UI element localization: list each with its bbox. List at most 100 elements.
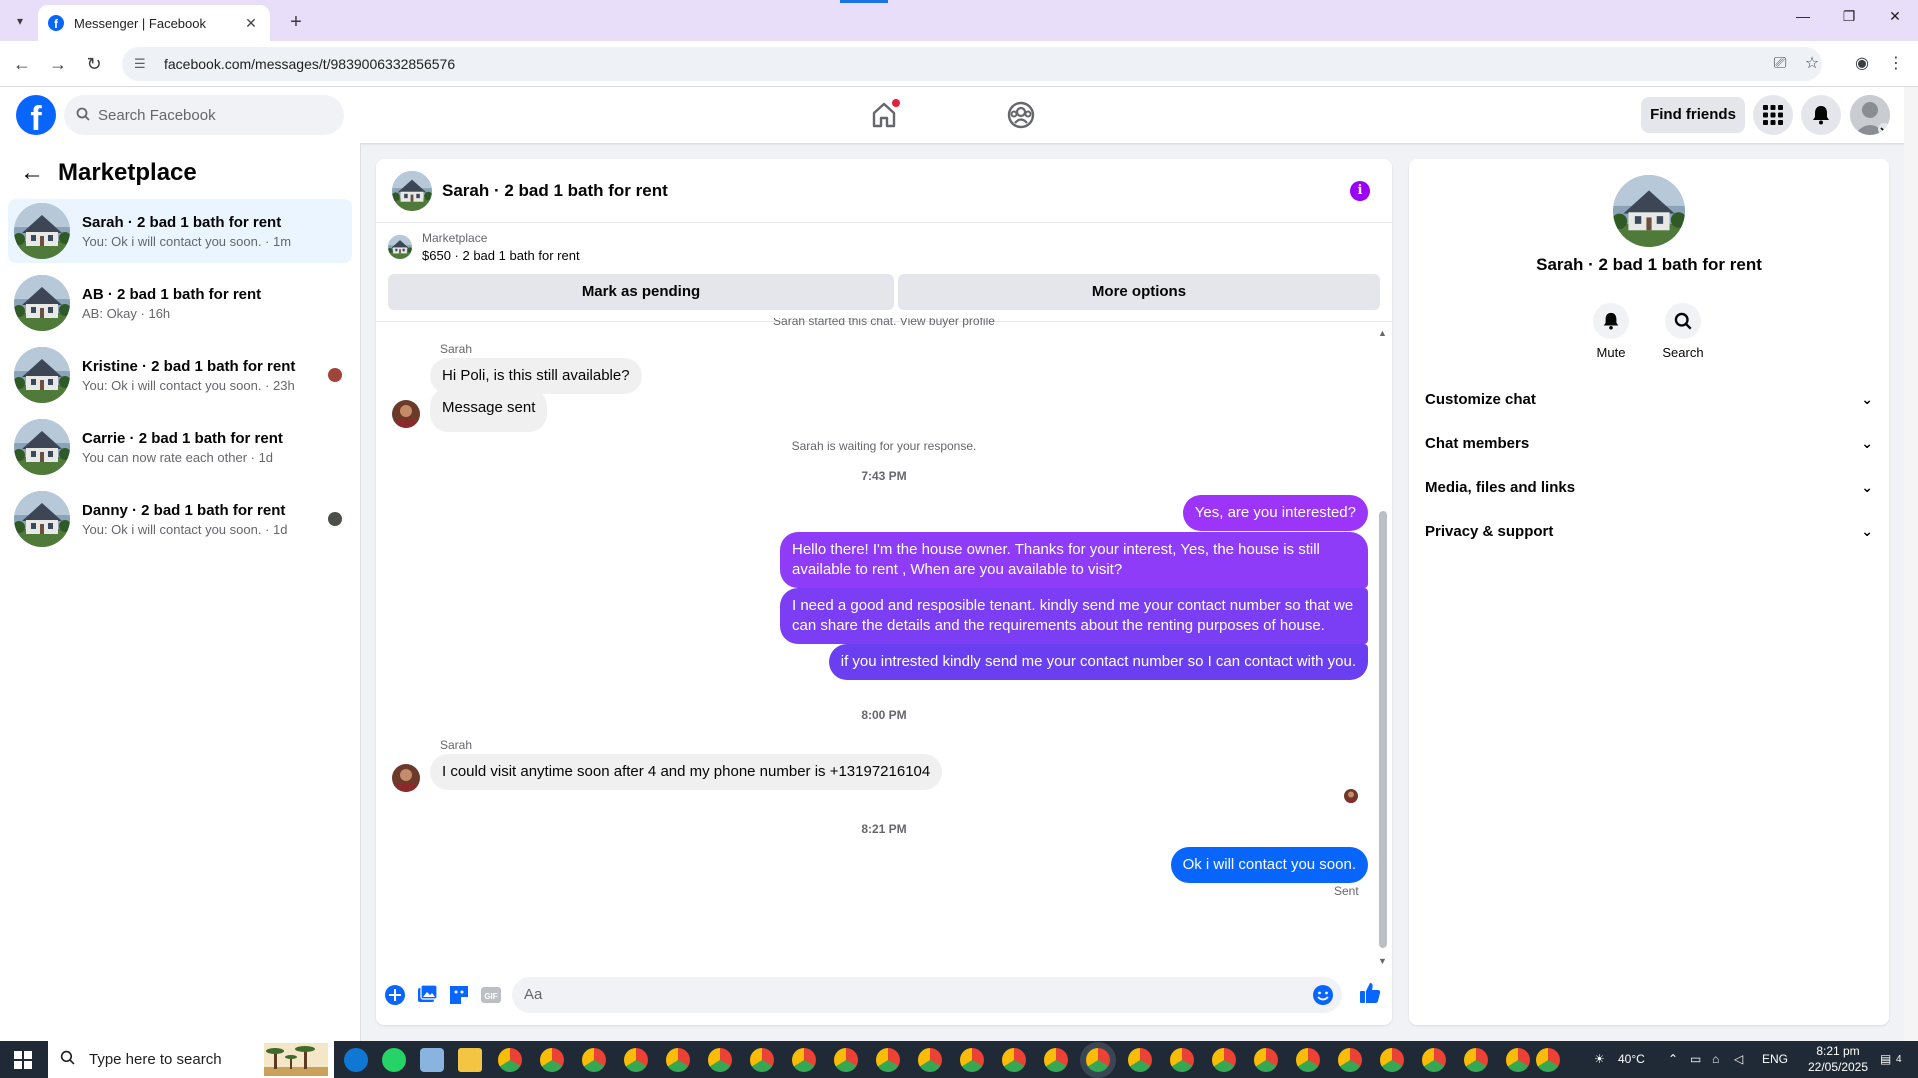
conversation-item-kristine[interactable]: Kristine · 2 bad 1 bath for rent You: Ok… [8, 343, 352, 407]
incoming-message[interactable]: I could visit anytime soon after 4 and m… [430, 754, 943, 790]
groups-icon[interactable] [1005, 99, 1037, 131]
edge-taskbar-icon[interactable] [344, 1048, 368, 1072]
mute-button[interactable]: Mute [1581, 303, 1641, 360]
chrome-taskbar-icon[interactable] [750, 1048, 774, 1072]
emoji-icon[interactable] [1312, 984, 1334, 1006]
chrome-taskbar-icon[interactable] [876, 1048, 900, 1072]
forward-arrow-icon[interactable]: → [46, 52, 70, 76]
chrome-taskbar-icon[interactable] [792, 1048, 816, 1072]
outgoing-message[interactable]: Yes, are you interested? [1182, 495, 1368, 531]
listing-summary[interactable]: Marketplace $650 · 2 bad 1 bath for rent [388, 231, 580, 263]
mark-as-pending-button[interactable]: Mark as pending [388, 274, 894, 310]
media-files-links-row[interactable]: Media, files and links ⌄ [1425, 465, 1873, 509]
file-explorer-taskbar-icon[interactable] [458, 1048, 482, 1072]
meet-now-icon[interactable]: ▭ [1690, 1041, 1701, 1078]
gif-icon[interactable]: GIF [480, 984, 502, 1006]
outgoing-message[interactable]: if you intrested kindly send me your con… [828, 644, 1368, 680]
notifications-bell-icon[interactable] [1801, 95, 1841, 135]
new-tab-icon[interactable]: + [282, 8, 310, 36]
chrome-taskbar-icon[interactable] [1254, 1048, 1278, 1072]
install-app-icon[interactable]: ⎚ [1768, 52, 1792, 76]
chrome-taskbar-icon[interactable] [624, 1048, 648, 1072]
chrome-taskbar-icon[interactable] [1422, 1048, 1446, 1072]
taskbar-search-input[interactable]: Type here to search [48, 1041, 334, 1078]
chrome-taskbar-icon[interactable] [1506, 1048, 1530, 1072]
outgoing-message[interactable]: I need a good and resposible tenant. kin… [780, 588, 1368, 644]
find-friends-button[interactable]: Find friends [1641, 97, 1745, 133]
menu-grid-icon[interactable] [1753, 95, 1793, 135]
home-icon[interactable] [868, 99, 900, 131]
bookmark-star-icon[interactable]: ☆ [1800, 52, 1824, 76]
minimize-icon[interactable]: — [1780, 8, 1826, 32]
close-tab-icon[interactable]: ✕ [242, 15, 260, 32]
chrome-taskbar-icon[interactable] [708, 1048, 732, 1072]
conversation-item-danny[interactable]: Danny · 2 bad 1 bath for rent You: Ok i … [8, 487, 352, 551]
chat-thumbnail[interactable] [392, 171, 432, 211]
back-arrow-icon[interactable]: ← [10, 52, 34, 76]
input-language[interactable]: ENG [1762, 1041, 1788, 1078]
chrome-taskbar-icon-active[interactable] [1086, 1048, 1110, 1072]
whatsapp-taskbar-icon[interactable] [382, 1048, 406, 1072]
conversation-item-ab[interactable]: AB · 2 bad 1 bath for rent AB: Okay · 16… [8, 271, 352, 335]
chrome-taskbar-icon[interactable] [1464, 1048, 1488, 1072]
volume-icon[interactable]: ◁ [1734, 1041, 1743, 1078]
facebook-logo-icon[interactable]: f [16, 95, 56, 135]
more-options-button[interactable]: More options [898, 274, 1380, 310]
more-actions-plus-icon[interactable] [384, 984, 406, 1006]
listing-avatar[interactable] [1613, 175, 1685, 247]
chrome-taskbar-icon[interactable] [1296, 1048, 1320, 1072]
search-in-chat-button[interactable]: Search [1653, 303, 1713, 360]
outgoing-message[interactable]: Hello there! I'm the house owner. Thanks… [780, 532, 1368, 588]
chrome-taskbar-icon[interactable] [1170, 1048, 1194, 1072]
chat-members-row[interactable]: Chat members ⌄ [1425, 421, 1873, 465]
scroll-up-icon[interactable]: ▲ [1378, 328, 1387, 338]
chrome-taskbar-icon[interactable] [1128, 1048, 1152, 1072]
conversation-item-sarah[interactable]: Sarah · 2 bad 1 bath for rent You: Ok i … [8, 199, 352, 263]
chrome-taskbar-icon[interactable] [1002, 1048, 1026, 1072]
back-arrow-icon[interactable]: ← [20, 159, 44, 187]
like-thumb-icon[interactable] [1358, 981, 1381, 1003]
site-settings-icon[interactable]: ☰ [134, 56, 150, 72]
chrome-taskbar-icon[interactable] [1338, 1048, 1362, 1072]
sender-avatar[interactable] [392, 764, 420, 792]
address-bar[interactable]: ☰ facebook.com/messages/t/98390063328565… [122, 47, 1822, 81]
outgoing-message[interactable]: Ok i will contact you soon. [1170, 847, 1368, 883]
windows-start-icon[interactable] [14, 1051, 32, 1069]
profile-icon[interactable]: ◉ [1850, 52, 1874, 76]
browser-menu-icon[interactable]: ⋮ [1884, 52, 1908, 76]
show-hidden-icons-icon[interactable]: ⌃ [1668, 1041, 1678, 1078]
temperature[interactable]: 40°C [1618, 1041, 1645, 1078]
scroll-down-icon[interactable]: ▼ [1378, 956, 1387, 966]
info-icon[interactable]: i [1350, 181, 1370, 201]
close-window-icon[interactable]: ✕ [1872, 8, 1918, 32]
chrome-taskbar-icon[interactable] [1212, 1048, 1236, 1072]
weather-icon[interactable]: ☀ [1594, 1041, 1605, 1078]
message-input[interactable]: Aa [512, 977, 1342, 1013]
app-taskbar-icon[interactable] [420, 1048, 444, 1072]
browser-tab-messenger[interactable]: f Messenger | Facebook ✕ [38, 5, 270, 41]
facebook-search-input[interactable]: Search Facebook [64, 95, 344, 135]
conversation-item-carrie[interactable]: Carrie · 2 bad 1 bath for rent You can n… [8, 415, 352, 479]
chrome-taskbar-icon[interactable] [1044, 1048, 1068, 1072]
network-icon[interactable]: ⌂ [1712, 1041, 1719, 1078]
chrome-taskbar-icon[interactable] [498, 1048, 522, 1072]
notification-center-icon[interactable]: ▤ [1880, 1041, 1891, 1078]
sticker-icon[interactable] [448, 984, 470, 1006]
page-scrollbar[interactable] [1904, 87, 1918, 1041]
chrome-taskbar-icon[interactable] [540, 1048, 564, 1072]
message-thread[interactable]: Sarah started this chat. View buyer prof… [376, 318, 1392, 967]
tab-search-icon[interactable]: ▾ [8, 9, 32, 33]
taskbar-clock[interactable]: 8:21 pm 22/05/2025 [1802, 1043, 1874, 1075]
privacy-support-row[interactable]: Privacy & support ⌄ [1425, 509, 1873, 553]
attach-photo-icon[interactable] [416, 984, 438, 1006]
chrome-taskbar-icon[interactable] [918, 1048, 942, 1072]
chrome-taskbar-icon[interactable] [960, 1048, 984, 1072]
chat-title[interactable]: Sarah · 2 bad 1 bath for rent [442, 181, 668, 201]
chrome-taskbar-icon[interactable] [834, 1048, 858, 1072]
restore-icon[interactable]: ❐ [1826, 8, 1872, 32]
reload-icon[interactable]: ↻ [82, 52, 106, 76]
thread-scrollbar[interactable] [1379, 511, 1387, 948]
sender-avatar[interactable] [392, 400, 420, 428]
customize-chat-row[interactable]: Customize chat ⌄ [1425, 377, 1873, 421]
chrome-taskbar-icon[interactable] [582, 1048, 606, 1072]
